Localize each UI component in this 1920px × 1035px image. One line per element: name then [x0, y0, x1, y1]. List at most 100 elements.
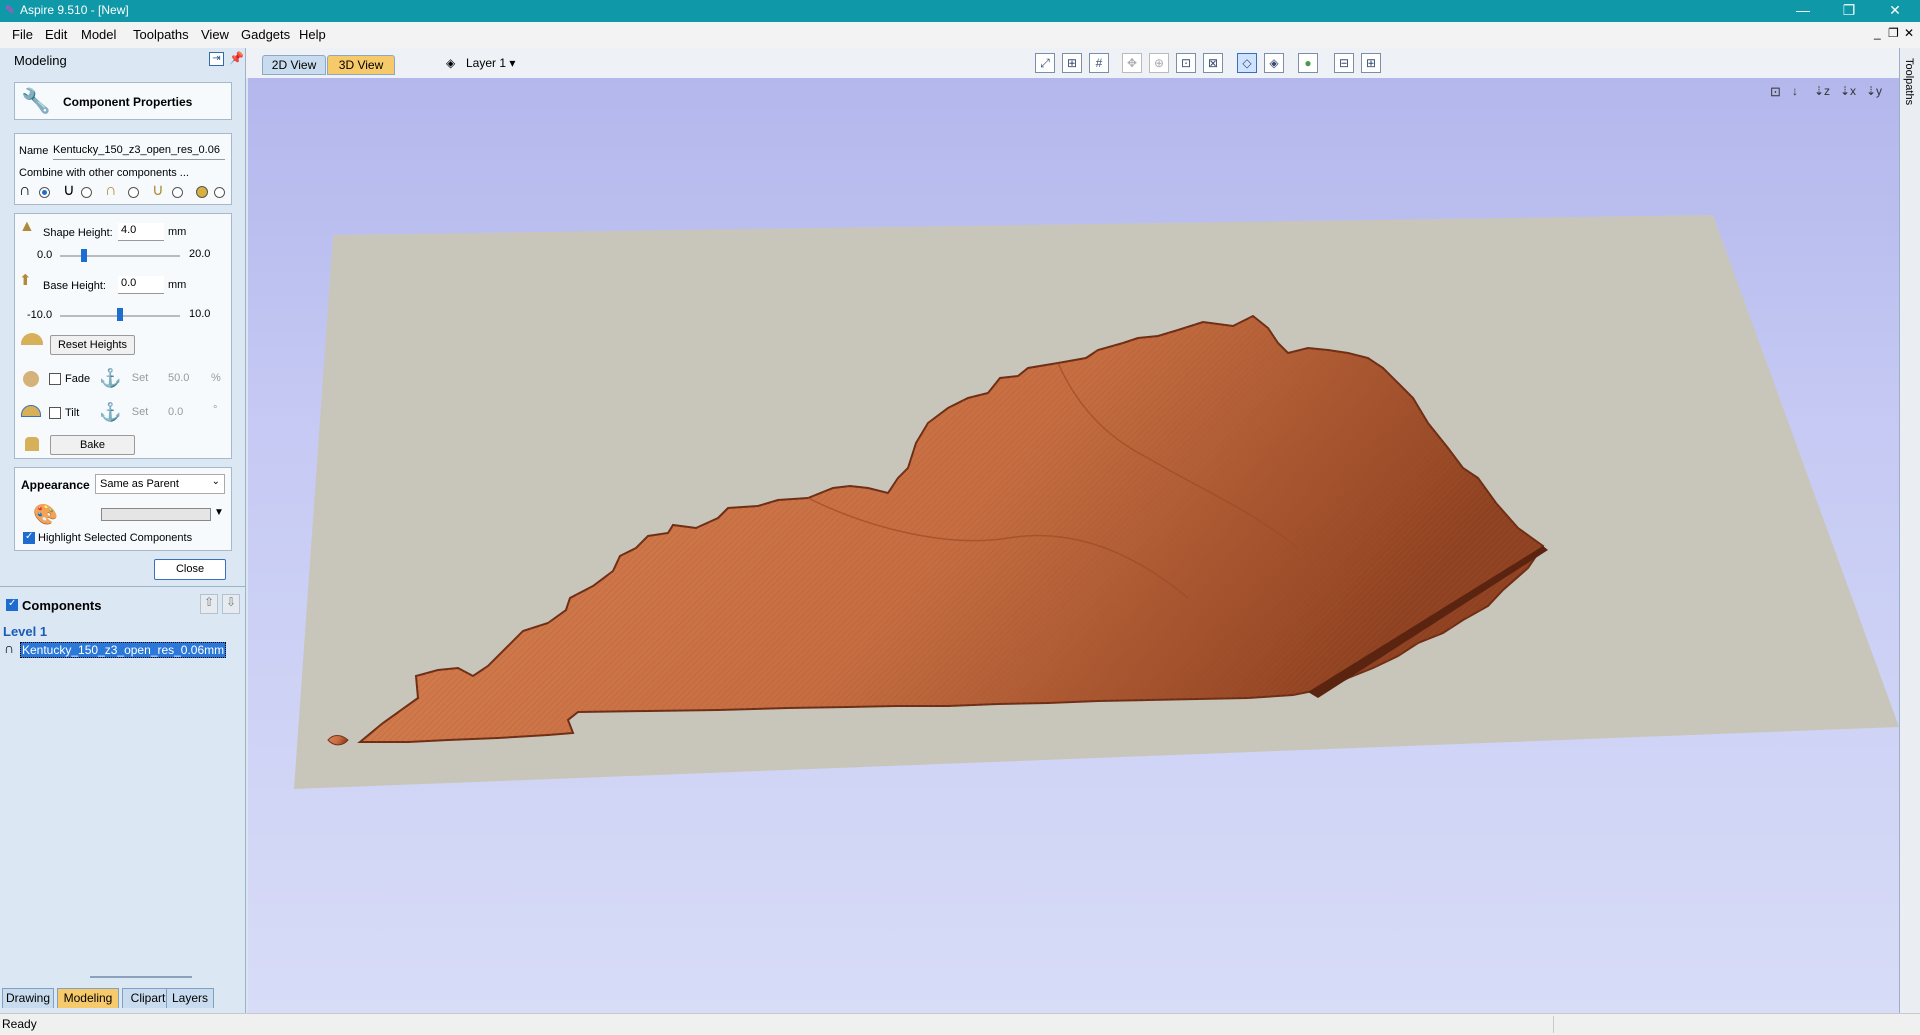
- component-add-icon: ∩: [4, 640, 15, 656]
- fade-checkbox[interactable]: [49, 373, 61, 385]
- minimize-button[interactable]: —: [1780, 0, 1826, 22]
- shape-height-label: Shape Height:: [43, 227, 113, 239]
- tab-layers[interactable]: Layers: [166, 988, 214, 1008]
- menu-toolpaths[interactable]: Toolpaths: [133, 27, 189, 42]
- zoom-extents-icon[interactable]: ⊡: [1176, 53, 1196, 73]
- palette-icon[interactable]: 🎨: [33, 502, 58, 527]
- grid-icon[interactable]: #: [1089, 53, 1109, 73]
- base-height-input[interactable]: 0.0: [118, 276, 164, 294]
- tilt-set-button[interactable]: Set: [124, 404, 156, 422]
- tilt-checkbox[interactable]: [49, 407, 61, 419]
- menu-gadgets[interactable]: Gadgets: [241, 27, 290, 42]
- view-y-icon[interactable]: ⇣y: [1866, 84, 1882, 98]
- view-top-icon[interactable]: ↓: [1792, 84, 1798, 98]
- menu-model[interactable]: Model: [81, 27, 116, 42]
- fade-anchor-icon[interactable]: ⚓: [99, 368, 121, 389]
- tab-3d-view[interactable]: 3D View: [327, 55, 395, 75]
- combine-merge-radio[interactable]: [128, 187, 139, 198]
- combine-multiply-icon[interactable]: [196, 186, 208, 198]
- name-label: Name: [19, 145, 49, 157]
- bake-icon: [25, 437, 39, 451]
- tilt-value[interactable]: 0.0: [168, 406, 183, 418]
- highlight-checkbox[interactable]: [23, 531, 35, 544]
- combine-add-icon[interactable]: ∩: [19, 183, 31, 199]
- 3d-view-canvas[interactable]: ⊡ ↓ ⇣z ⇣x ⇣y: [248, 78, 1899, 1013]
- menu-file[interactable]: File: [12, 27, 33, 42]
- view-x-icon[interactable]: ⇣x: [1840, 84, 1856, 98]
- base-height-slider-thumb[interactable]: [117, 308, 123, 321]
- 3d-scene[interactable]: [248, 78, 1899, 1013]
- pan-icon[interactable]: ✥: [1122, 53, 1142, 73]
- tilt-label: Tilt: [65, 407, 80, 419]
- split-vertical-icon[interactable]: ⊞: [1361, 53, 1381, 73]
- panel-scrollbar[interactable]: [90, 976, 192, 978]
- reset-heights-button[interactable]: Reset Heights: [50, 335, 135, 355]
- view-fit-icon[interactable]: ⊞: [1062, 53, 1082, 73]
- combine-low-icon[interactable]: ∪: [152, 183, 164, 199]
- bake-button[interactable]: Bake: [50, 435, 135, 455]
- view-iso-icon[interactable]: ⊡: [1770, 84, 1781, 100]
- layer-dropdown[interactable]: Layer 1 ▾: [466, 56, 515, 70]
- combine-subtract-icon[interactable]: ∪: [63, 183, 75, 199]
- tilt-anchor-icon[interactable]: ⚓: [99, 402, 121, 423]
- maximize-button[interactable]: ❐: [1826, 0, 1872, 22]
- menu-help[interactable]: Help: [299, 27, 326, 42]
- menu-view[interactable]: View: [201, 27, 229, 42]
- material-icon[interactable]: ◇: [1237, 53, 1257, 73]
- lighting-icon[interactable]: ●: [1298, 53, 1318, 73]
- status-divider: [1553, 1016, 1554, 1033]
- tab-modeling[interactable]: Modeling: [57, 988, 119, 1008]
- base-height-unit: mm: [168, 279, 187, 291]
- heights-section: ▲ Shape Height: 4.0 mm 0.0 20.0 ⬆ Base H…: [14, 213, 232, 459]
- zoom-selection-icon[interactable]: ⊠: [1203, 53, 1223, 73]
- appearance-select[interactable]: Same as Parent ⌄: [95, 474, 225, 494]
- fade-set-button[interactable]: Set: [124, 370, 156, 388]
- appearance-label: Appearance: [21, 478, 90, 492]
- close-button[interactable]: Close: [154, 559, 226, 580]
- components-level[interactable]: Level 1: [3, 624, 47, 639]
- toolpaths-strip[interactable]: Toolpaths: [1899, 48, 1920, 1013]
- combine-add-radio[interactable]: [39, 187, 50, 198]
- close-window-button[interactable]: ✕: [1872, 0, 1918, 22]
- shape-height-min: 0.0: [37, 249, 53, 261]
- base-height-max: 10.0: [189, 308, 211, 320]
- menu-bar: File Edit Model Toolpaths View Gadgets H…: [0, 22, 1920, 48]
- component-item[interactable]: Kentucky_150_z3_open_res_0.06mm: [20, 642, 227, 658]
- title-bar: ✎ Aspire 9.510 - [New] — ❐ ✕: [0, 0, 1920, 22]
- components-checkbox[interactable]: [6, 598, 18, 611]
- zoom-box-icon[interactable]: ⤢: [1035, 53, 1055, 73]
- reset-heights-icon: [21, 333, 43, 345]
- pin-icon[interactable]: 📌: [229, 51, 244, 65]
- menu-edit[interactable]: Edit: [45, 27, 67, 42]
- move-up-icon[interactable]: ⇧: [200, 594, 218, 614]
- color-dropdown-icon[interactable]: ▼: [214, 507, 224, 518]
- render-icon[interactable]: ◈: [1264, 53, 1284, 73]
- shape-height-unit: mm: [168, 226, 187, 238]
- combine-low-radio[interactable]: [172, 187, 183, 198]
- toolpaths-strip-label[interactable]: Toolpaths: [1903, 58, 1915, 105]
- color-swatch[interactable]: [101, 508, 211, 521]
- name-input[interactable]: Kentucky_150_z3_open_res_0.06: [53, 142, 225, 160]
- view-z-icon[interactable]: ⇣z: [1814, 84, 1830, 98]
- wrench-icon: 🔧: [21, 88, 51, 115]
- panel-dock-icon[interactable]: ⇥: [209, 52, 224, 66]
- move-down-icon[interactable]: ⇩: [222, 594, 240, 614]
- fade-icon: [23, 371, 39, 387]
- combine-merge-icon[interactable]: ∩: [105, 183, 117, 199]
- tab-drawing[interactable]: Drawing: [2, 988, 54, 1008]
- mdi-minimize-icon[interactable]: _: [1874, 26, 1881, 40]
- shape-height-slider-thumb[interactable]: [81, 249, 87, 262]
- split-horizontal-icon[interactable]: ⊟: [1334, 53, 1354, 73]
- fade-unit: %: [211, 372, 221, 384]
- name-section: Name Kentucky_150_z3_open_res_0.06 Combi…: [14, 133, 232, 205]
- base-height-label: Base Height:: [43, 280, 106, 292]
- shape-height-slider[interactable]: [60, 255, 180, 257]
- mdi-close-icon[interactable]: ✕: [1904, 26, 1914, 40]
- fade-value[interactable]: 50.0: [168, 372, 189, 384]
- tab-2d-view[interactable]: 2D View: [262, 55, 326, 75]
- mdi-restore-icon[interactable]: ❐: [1888, 26, 1899, 40]
- combine-subtract-radio[interactable]: [81, 187, 92, 198]
- shape-height-input[interactable]: 4.0: [118, 223, 164, 241]
- zoom-icon[interactable]: ⊕: [1149, 53, 1169, 73]
- combine-multiply-radio[interactable]: [214, 187, 225, 198]
